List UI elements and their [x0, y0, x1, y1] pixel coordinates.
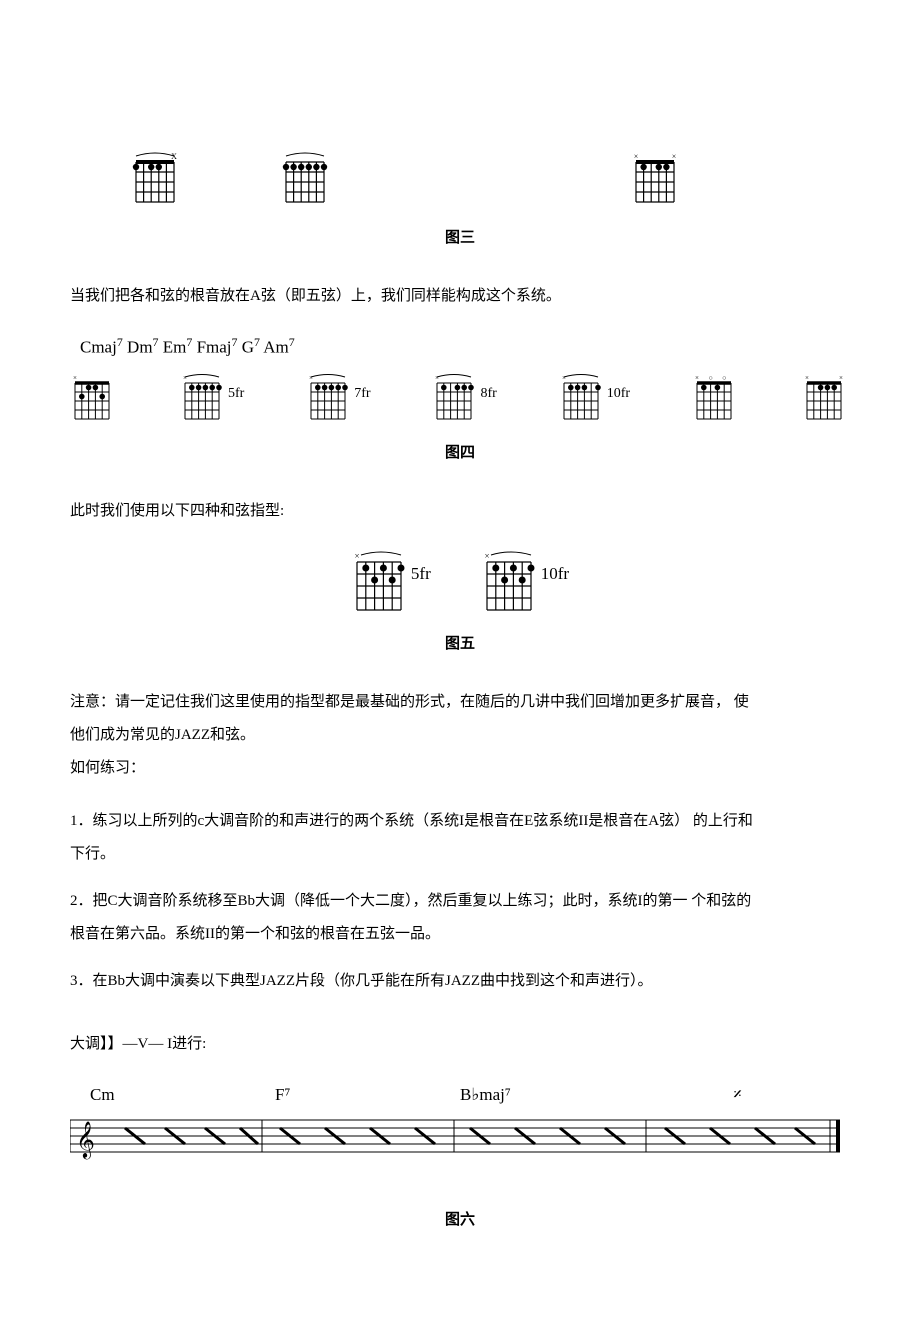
svg-text:×: × — [805, 374, 809, 382]
caption-fig3: 图三 — [70, 226, 850, 250]
chord-diagram: × ○ ○ — [692, 371, 740, 421]
staff-block: Cm F⁷ B♭maj⁷ 𝄎 𝄞 — [70, 1081, 850, 1168]
paragraph: 当我们把各和弦的根音放在A弦（即五弦）上，我们同样能构成这个系统。 — [70, 280, 850, 313]
staff-chord: F⁷ — [275, 1081, 460, 1108]
svg-text:×: × — [695, 374, 699, 382]
chord-grid-icon: × — [432, 371, 476, 421]
svg-text:×: × — [634, 152, 639, 161]
svg-text:×: × — [562, 374, 566, 382]
staff-chord-labels: Cm F⁷ B♭maj⁷ 𝄎 — [70, 1081, 850, 1110]
chord-diagram: ×× — [802, 371, 850, 421]
practice-item: 3．在Bb大调中演奏以下典型JAZZ片段（你几乎能在所有JAZZ曲中找到这个和声… — [70, 965, 850, 998]
chord-diagram: × 5fr — [180, 371, 244, 421]
svg-text:○: ○ — [722, 374, 726, 382]
caption-fig4: 图四 — [70, 441, 850, 465]
caption-fig6: 图六 — [70, 1208, 850, 1232]
chord-grid-icon: × — [351, 548, 407, 612]
practice-item: 1．练习以上所列的c大调音阶的和声进行的两个系统（系统I是根音在E弦系统II是根… — [70, 805, 850, 871]
chord-row-fig5: × 5fr × 10fr — [70, 548, 850, 612]
note-line: 如何练习： — [70, 760, 145, 776]
chord-diagram: × 5fr — [351, 548, 431, 612]
fret-label: 10fr — [607, 383, 630, 405]
svg-text:𝄞: 𝄞 — [76, 1121, 95, 1159]
practice-list: 1．练习以上所列的c大调音阶的和声进行的两个系统（系统I是根音在E弦系统II是根… — [70, 805, 850, 998]
note-line: 他们成为常见的JAZZ和弦。 — [70, 727, 255, 743]
chord-names-line: Cmaj7 Dm7 Em7 Fmaj7 G7 Am7 — [80, 333, 850, 361]
staff-chord: Cm — [90, 1081, 275, 1108]
svg-text:×: × — [484, 551, 489, 561]
paragraph: 此时我们使用以下四种和弦指型: — [70, 495, 850, 528]
chord-diagram: × 10fr — [481, 548, 569, 612]
svg-text:×: × — [183, 374, 187, 382]
note-block: 注意：请一定记住我们这里使用的指型都是最基础的形式，在随后的几讲中我们回增加更多… — [70, 686, 850, 785]
chord-grid-icon: × — [559, 371, 603, 421]
svg-text:×: × — [839, 374, 843, 382]
chord-grid-icon: ×× — [802, 371, 846, 421]
chord-grid-icon: × ○ ○ — [692, 371, 736, 421]
svg-text:×: × — [435, 374, 439, 382]
chord-diagram: ×× — [630, 150, 680, 206]
chord-grid-icon: ×× — [630, 150, 680, 206]
chord-grid-icon: × — [70, 371, 114, 421]
note-line: 注意：请一定记住我们这里使用的指型都是最基础的形式，在随后的几讲中我们回增加更多… — [70, 694, 749, 710]
practice-item: 2．把C大调音阶系统移至Bb大调（降低一个大二度），然后重复以上练习；此时，系统… — [70, 885, 850, 951]
fret-label: 5fr — [411, 560, 431, 587]
fret-label: 5fr — [228, 383, 244, 405]
chord-diagram: × 8fr — [432, 371, 496, 421]
chord-diagram: X — [130, 150, 180, 206]
chord-grid-icon: × — [306, 371, 350, 421]
chord-diagram: × 7fr — [306, 371, 370, 421]
svg-text:×: × — [309, 374, 313, 382]
svg-text:×: × — [672, 152, 677, 161]
fret-label: 8fr — [480, 383, 496, 405]
svg-text:○: ○ — [708, 374, 712, 382]
progression-title: 大调】】—V— I进行: — [70, 1028, 850, 1061]
svg-text:×: × — [354, 551, 359, 561]
fret-label: 10fr — [541, 560, 569, 587]
staff-chord: B♭maj⁷ — [460, 1081, 645, 1108]
staff-chord: 𝄎 — [645, 1081, 830, 1108]
chord-grid-icon: × — [481, 548, 537, 612]
fret-label: 7fr — [354, 383, 370, 405]
chord-grid-icon: X — [130, 150, 180, 206]
svg-text:X: X — [171, 152, 177, 161]
caption-fig5: 图五 — [70, 632, 850, 656]
chord-grid-icon — [280, 150, 330, 206]
music-staff-icon: 𝄞 — [70, 1110, 840, 1160]
chord-row-fig4: × × 5fr × 7fr × 8fr × 10fr ×○○ ×× — [70, 371, 850, 421]
chord-diagram — [280, 150, 330, 206]
chord-diagram: × 10fr — [559, 371, 630, 421]
svg-text:×: × — [73, 374, 77, 382]
chord-diagram: × — [70, 371, 118, 421]
chord-row-fig3: X ×× — [130, 150, 850, 206]
chord-grid-icon: × — [180, 371, 224, 421]
